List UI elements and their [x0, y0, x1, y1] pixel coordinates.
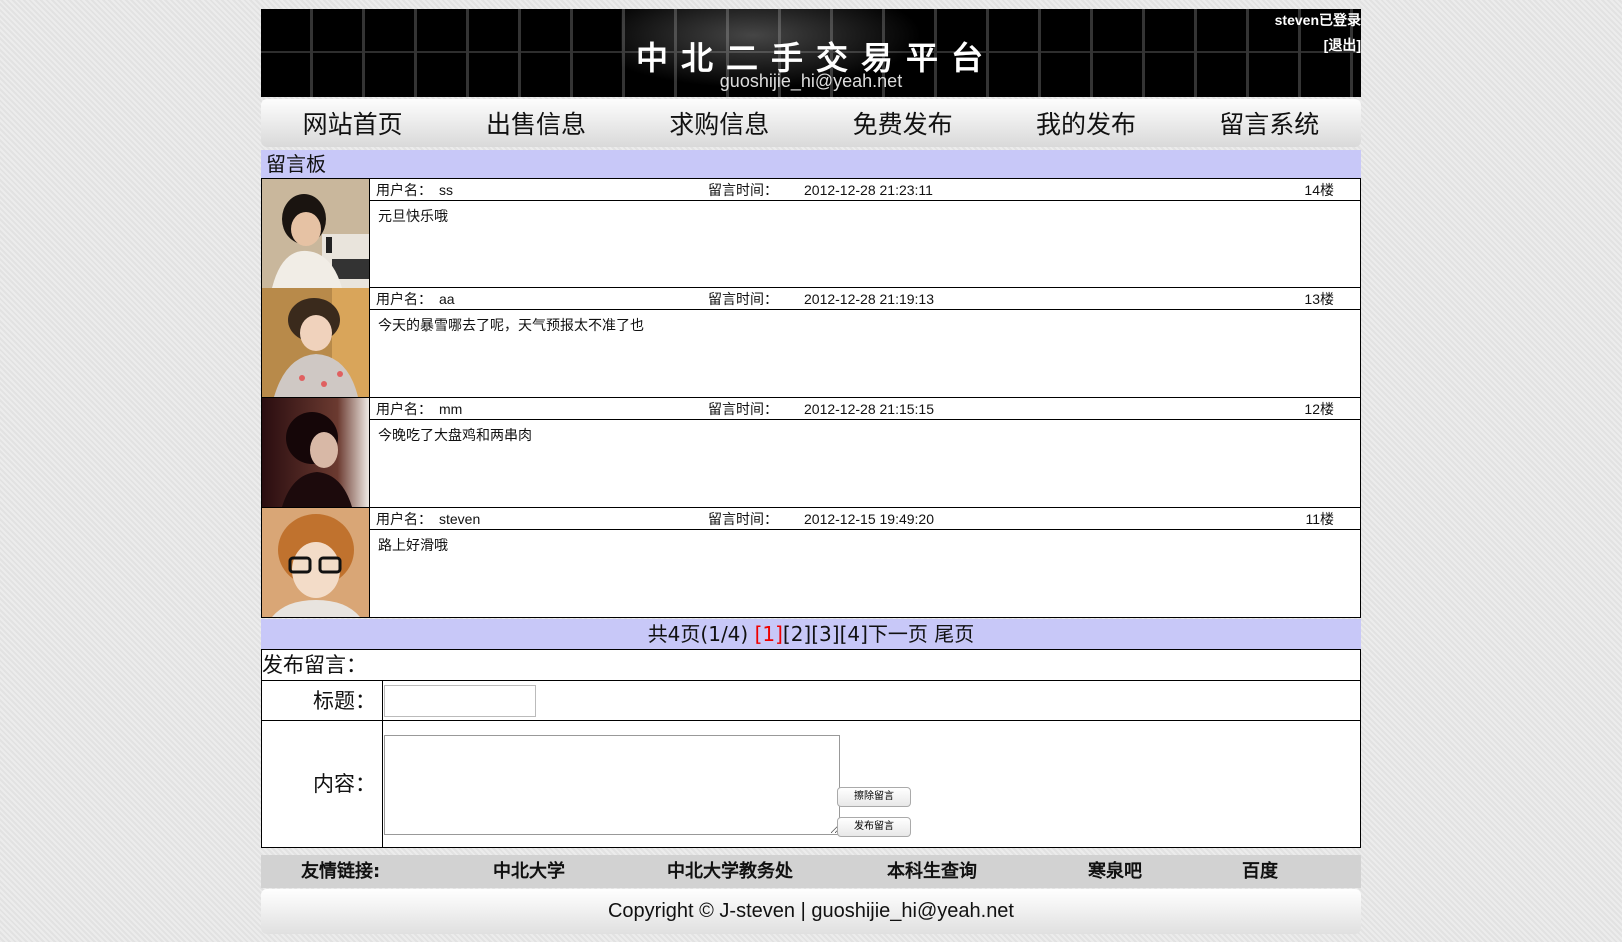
friend-link-hanquan[interactable]: 寒泉吧	[1088, 855, 1142, 888]
time-label: 留言时间：	[708, 401, 778, 417]
nav-item-messages[interactable]: 留言系统	[1178, 105, 1361, 141]
time-value: 2012-12-28 21:15:15	[804, 401, 934, 417]
friend-link-baidu[interactable]: 百度	[1242, 855, 1278, 888]
message-item: 用户名： mm 留言时间： 2012-12-28 21:15:15 12楼 今晚…	[261, 398, 1361, 508]
time-value: 2012-12-15 19:49:20	[804, 511, 934, 527]
title-input[interactable]	[384, 685, 536, 717]
message-header: 用户名： ss 留言时间： 2012-12-28 21:23:11 14楼	[370, 179, 1360, 201]
message-header: 用户名： steven 留言时间： 2012-12-15 19:49:20 11…	[370, 508, 1360, 530]
message-list: 用户名： ss 留言时间： 2012-12-28 21:23:11 14楼 元旦…	[261, 178, 1361, 618]
floor-number: 13楼	[1304, 291, 1334, 307]
username-label: 用户名：	[376, 182, 432, 198]
username-value: mm	[439, 401, 463, 417]
title-label: 标题：	[262, 681, 383, 720]
message-item: 用户名： aa 留言时间： 2012-12-28 21:19:13 13楼 今天…	[261, 288, 1361, 398]
floor-number: 11楼	[1305, 511, 1334, 527]
content-label: 内容：	[262, 721, 383, 847]
nav-item-sell[interactable]: 出售信息	[444, 105, 627, 141]
last-page-link[interactable]: 尾页	[934, 622, 974, 646]
message-content: 元旦快乐哦	[378, 209, 448, 225]
title-row: 标题：	[261, 681, 1361, 721]
pagination-summary: 共4页(1/4)	[647, 622, 755, 646]
message-header: 用户名： mm 留言时间： 2012-12-28 21:15:15 12楼	[370, 398, 1360, 420]
username-value: ss	[439, 182, 453, 198]
board-title: 留言板	[261, 150, 1361, 178]
time-value: 2012-12-28 21:19:13	[804, 291, 934, 307]
avatar	[262, 398, 370, 507]
nav-item-buy[interactable]: 求购信息	[628, 105, 811, 141]
time-label: 留言时间：	[708, 511, 778, 527]
time-label: 留言时间：	[708, 291, 778, 307]
avatar	[262, 179, 370, 288]
floor-number: 14楼	[1304, 182, 1334, 198]
nav-item-publish[interactable]: 免费发布	[811, 105, 994, 141]
username-value: steven	[439, 511, 481, 527]
avatar-image	[262, 508, 369, 617]
page-link-2[interactable]: [2]	[783, 622, 811, 646]
username-value: aa	[439, 291, 455, 307]
login-status: steven已登录 [退出]	[1275, 11, 1361, 54]
logout-link[interactable]: [退出]	[1275, 36, 1361, 54]
message-content: 今晚吃了大盘鸡和两串肉	[378, 428, 532, 444]
page-container: 中北二手交易平台 guoshijie_hi@yeah.net steven已登录…	[261, 9, 1361, 934]
nav-item-my-posts[interactable]: 我的发布	[994, 105, 1177, 141]
message-header: 用户名： aa 留言时间： 2012-12-28 21:19:13 13楼	[370, 288, 1360, 310]
friend-link-nuc[interactable]: 中北大学	[493, 855, 565, 888]
friend-links-bar: 友情链接: 中北大学 中北大学教务处 本科生查询 寒泉吧 百度	[261, 855, 1361, 888]
form-heading: 发布留言：	[261, 649, 1361, 681]
message-content: 今天的暴雪哪去了呢，天气预报太不准了也	[378, 318, 644, 334]
next-page-link[interactable]: 下一页	[868, 622, 928, 646]
message-item: 用户名： ss 留言时间： 2012-12-28 21:23:11 14楼 元旦…	[261, 178, 1361, 288]
avatar-image	[262, 288, 369, 397]
pagination: 共4页(1/4) [1][2][3][4]下一页 尾页	[261, 619, 1361, 649]
login-user-label: steven已登录	[1274, 12, 1361, 28]
message-item: 用户名： steven 留言时间： 2012-12-15 19:49:20 11…	[261, 508, 1361, 618]
clear-message-button[interactable]: 擦除留言	[837, 787, 911, 807]
message-content: 路上好滑哦	[378, 538, 448, 554]
page-link-3[interactable]: [3]	[811, 622, 839, 646]
username-label: 用户名：	[376, 401, 432, 417]
time-value: 2012-12-28 21:23:11	[804, 182, 933, 198]
username-label: 用户名：	[376, 291, 432, 307]
avatar	[262, 508, 370, 617]
footer: Copyright © J-steven | guoshijie_hi@yeah…	[261, 889, 1361, 934]
avatar-image	[262, 398, 369, 507]
page-link-current[interactable]: [1]	[755, 622, 783, 646]
main-nav: 网站首页 出售信息 求购信息 免费发布 我的发布 留言系统	[261, 99, 1361, 147]
site-email: guoshijie_hi@yeah.net	[719, 71, 903, 91]
time-label: 留言时间：	[708, 182, 778, 198]
post-message-form: 发布留言： 标题： 内容： 擦除留言 发布留言	[261, 649, 1361, 848]
nav-item-home[interactable]: 网站首页	[261, 105, 444, 141]
friend-link-undergrad-query[interactable]: 本科生查询	[887, 855, 977, 888]
submit-message-button[interactable]: 发布留言	[837, 817, 911, 837]
content-textarea[interactable]	[384, 735, 840, 835]
username-label: 用户名：	[376, 511, 432, 527]
friend-link-nuc-academic[interactable]: 中北大学教务处	[667, 855, 793, 888]
friend-links-label: 友情链接:	[301, 861, 381, 882]
floor-number: 12楼	[1304, 401, 1334, 417]
avatar-image	[262, 179, 369, 288]
copyright-text: Copyright © J-steven | guoshijie_hi@yeah…	[607, 900, 1014, 922]
content-row: 内容： 擦除留言 发布留言	[261, 721, 1361, 848]
avatar	[262, 288, 370, 397]
page-link-4[interactable]: [4]	[840, 622, 868, 646]
header-banner: 中北二手交易平台 guoshijie_hi@yeah.net steven已登录…	[261, 9, 1361, 97]
